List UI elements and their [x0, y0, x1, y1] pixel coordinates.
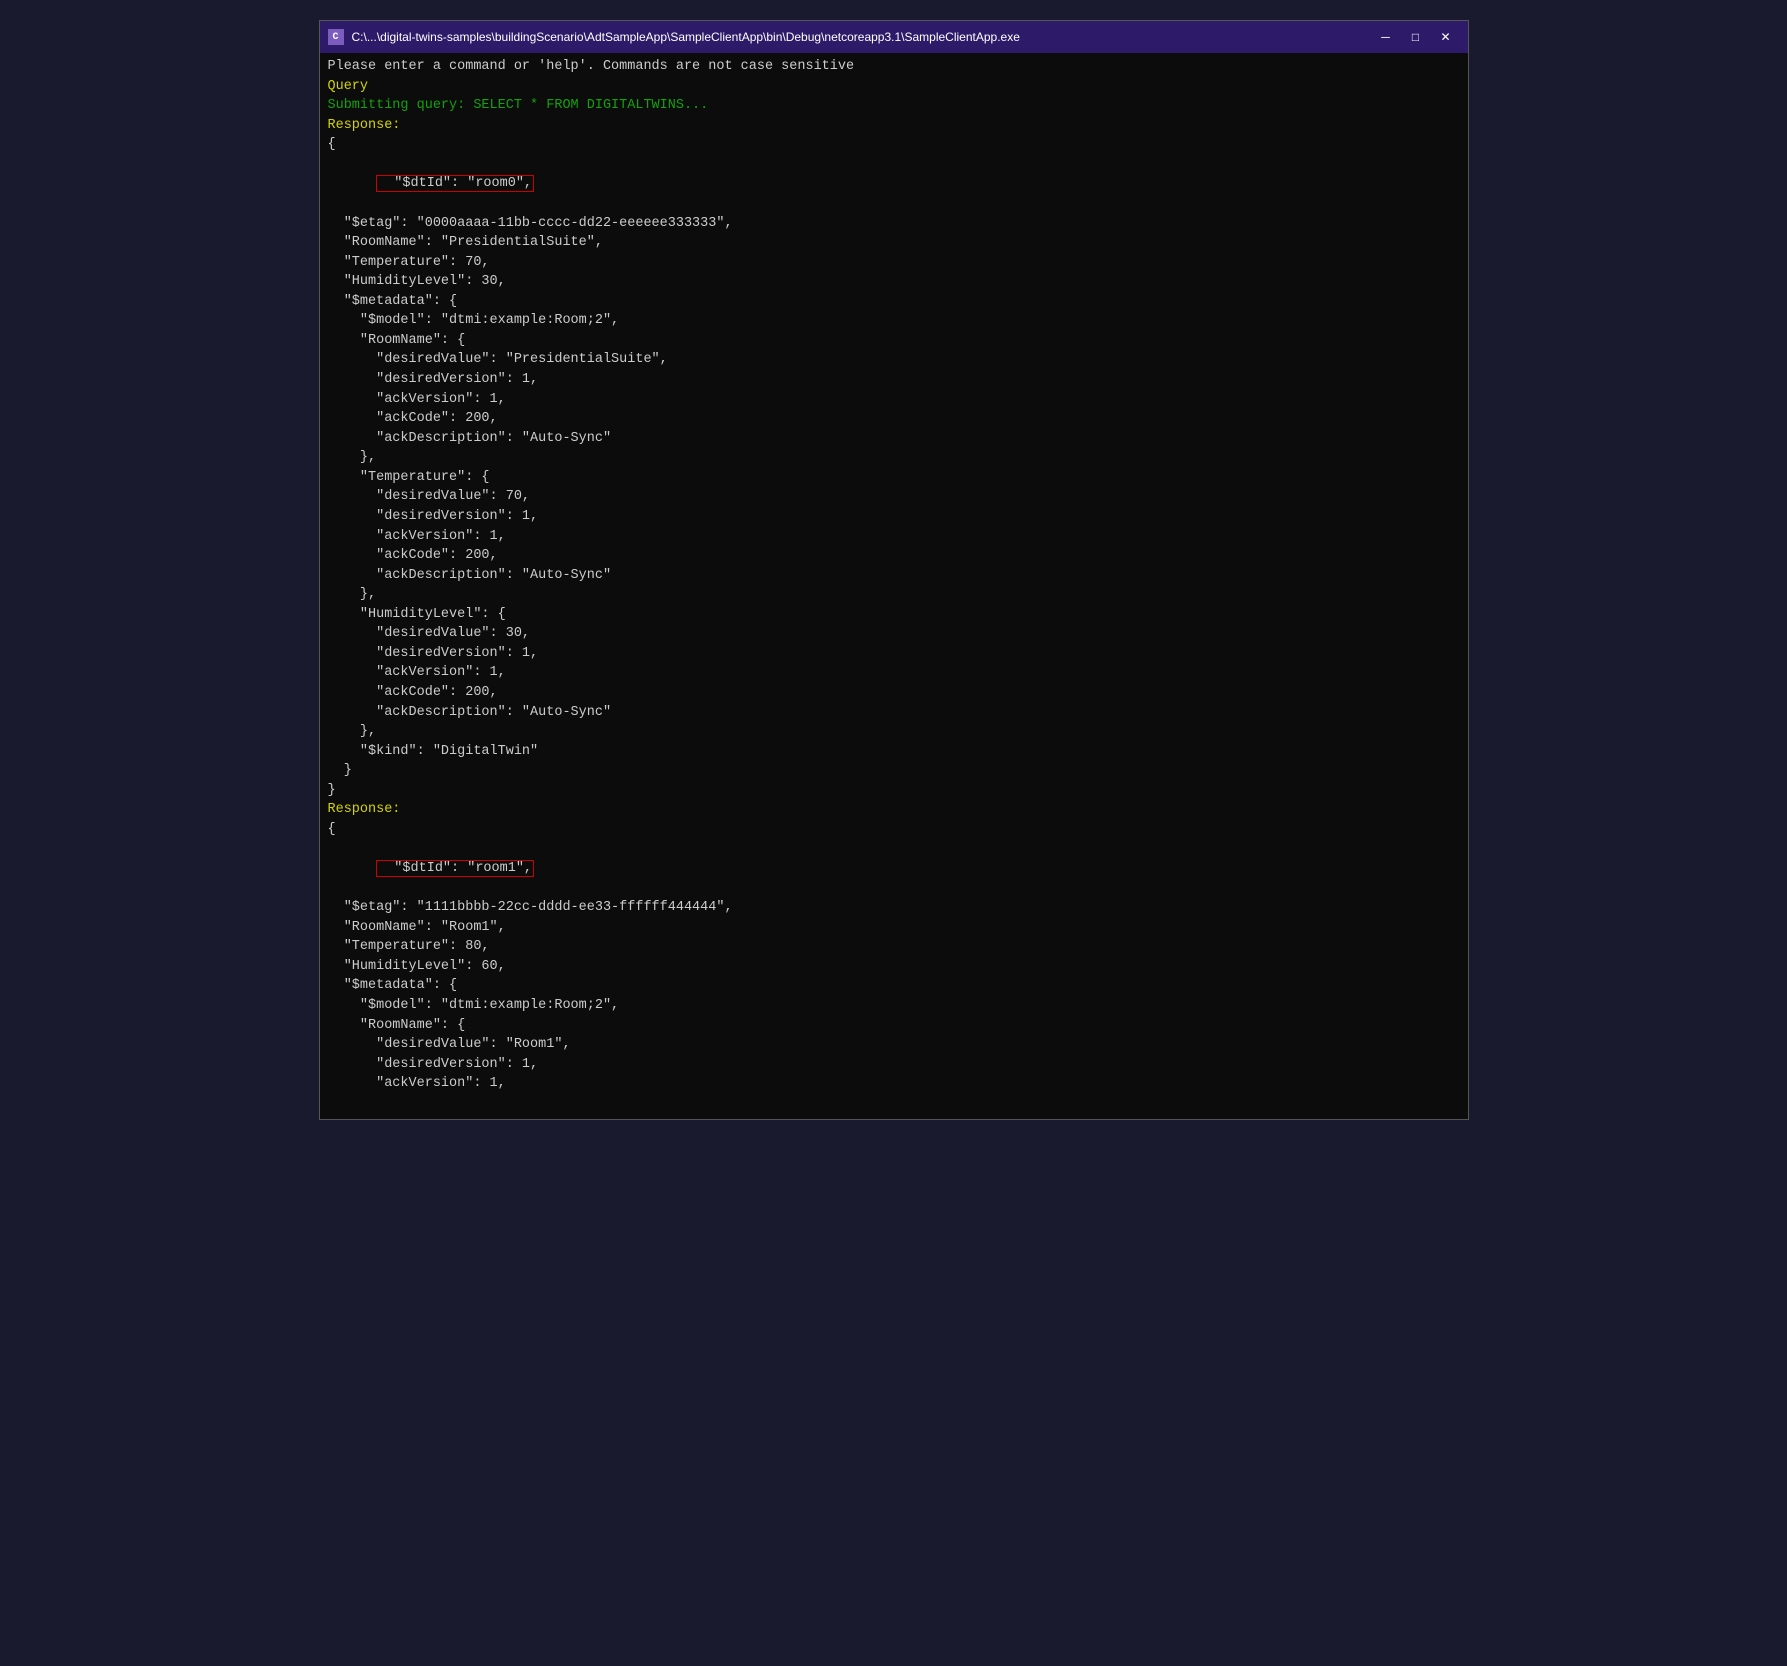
open-brace-2: {: [328, 820, 1460, 840]
close-button[interactable]: ✕: [1432, 26, 1460, 48]
room0-hum-desiredvalue: "desiredValue": 30,: [328, 624, 1460, 644]
response-label-2: Response:: [328, 800, 1460, 820]
room0-hum-ackcode: "ackCode": 200,: [328, 683, 1460, 703]
room0-hum-ackversion: "ackVersion": 1,: [328, 663, 1460, 683]
room0-temp-ackdesc: "ackDescription": "Auto-Sync": [328, 566, 1460, 586]
console-window: C C:\...\digital-twins-samples\buildingS…: [319, 20, 1469, 1120]
room0-kind: "$kind": "DigitalTwin": [328, 742, 1460, 762]
room0-temp-meta-open: "Temperature": {: [328, 468, 1460, 488]
room0-roomname: "RoomName": "PresidentialSuite",: [328, 233, 1460, 253]
room1-dtid-highlighted: "$dtId": "room1",: [376, 860, 534, 877]
room0-temperature: "Temperature": 70,: [328, 253, 1460, 273]
submitting-line: Submitting query: SELECT * FROM DIGITALT…: [328, 96, 1460, 116]
restore-button[interactable]: □: [1402, 26, 1430, 48]
room0-close-brace: }: [328, 781, 1460, 801]
window-title: C:\...\digital-twins-samples\buildingSce…: [352, 30, 1020, 44]
room1-humidity: "HumidityLevel": 60,: [328, 957, 1460, 977]
room0-rn-close: },: [328, 448, 1460, 468]
response-label-1: Response:: [328, 116, 1460, 136]
room1-dtid-line: "$dtId": "room1",: [328, 840, 1460, 899]
room0-dtid-line: "$dtId": "room0",: [328, 155, 1460, 214]
room0-rn-desiredversion: "desiredVersion": 1,: [328, 370, 1460, 390]
prompt-line: Please enter a command or 'help'. Comman…: [328, 57, 1460, 77]
room0-model: "$model": "dtmi:example:Room;2",: [328, 311, 1460, 331]
room0-temp-close: },: [328, 585, 1460, 605]
query-label: Query: [328, 77, 1460, 97]
room0-rn-desiredvalue: "desiredValue": "PresidentialSuite",: [328, 350, 1460, 370]
room0-metadata-open: "$metadata": {: [328, 292, 1460, 312]
room0-temp-ackcode: "ackCode": 200,: [328, 546, 1460, 566]
room0-humidity: "HumidityLevel": 30,: [328, 272, 1460, 292]
room0-metadata-close: }: [328, 761, 1460, 781]
console-output: Please enter a command or 'help'. Comman…: [320, 53, 1468, 1119]
room1-etag: "$etag": "1111bbbb-22cc-dddd-ee33-ffffff…: [328, 898, 1460, 918]
room1-rn-ackversion: "ackVersion": 1,: [328, 1074, 1460, 1094]
room0-temp-desiredversion: "desiredVersion": 1,: [328, 507, 1460, 527]
room1-model: "$model": "dtmi:example:Room;2",: [328, 996, 1460, 1016]
room1-temperature: "Temperature": 80,: [328, 937, 1460, 957]
room0-temp-ackversion: "ackVersion": 1,: [328, 527, 1460, 547]
room0-roomname-meta-open: "RoomName": {: [328, 331, 1460, 351]
room0-dtid-highlighted: "$dtId": "room0",: [376, 175, 534, 192]
room1-rn-desiredvalue: "desiredValue": "Room1",: [328, 1035, 1460, 1055]
room0-hum-desiredversion: "desiredVersion": 1,: [328, 644, 1460, 664]
room0-etag: "$etag": "0000aaaa-11bb-cccc-dd22-eeeeee…: [328, 214, 1460, 234]
room1-roomname-meta-open: "RoomName": {: [328, 1016, 1460, 1036]
room1-metadata-open: "$metadata": {: [328, 976, 1460, 996]
room0-hum-close: },: [328, 722, 1460, 742]
room0-humidity-meta-open: "HumidityLevel": {: [328, 605, 1460, 625]
minimize-button[interactable]: ─: [1372, 26, 1400, 48]
room1-rn-desiredversion: "desiredVersion": 1,: [328, 1055, 1460, 1075]
room0-rn-ackdesc: "ackDescription": "Auto-Sync": [328, 429, 1460, 449]
window-controls: ─ □ ✕: [1372, 26, 1460, 48]
room0-rn-ackcode: "ackCode": 200,: [328, 409, 1460, 429]
app-icon: C: [328, 29, 344, 45]
room0-temp-desiredvalue: "desiredValue": 70,: [328, 487, 1460, 507]
room0-hum-ackdesc: "ackDescription": "Auto-Sync": [328, 703, 1460, 723]
title-bar-left: C C:\...\digital-twins-samples\buildingS…: [328, 29, 1020, 45]
title-bar: C C:\...\digital-twins-samples\buildingS…: [320, 21, 1468, 53]
room1-roomname: "RoomName": "Room1",: [328, 918, 1460, 938]
open-brace-1: {: [328, 135, 1460, 155]
room0-rn-ackversion: "ackVersion": 1,: [328, 390, 1460, 410]
